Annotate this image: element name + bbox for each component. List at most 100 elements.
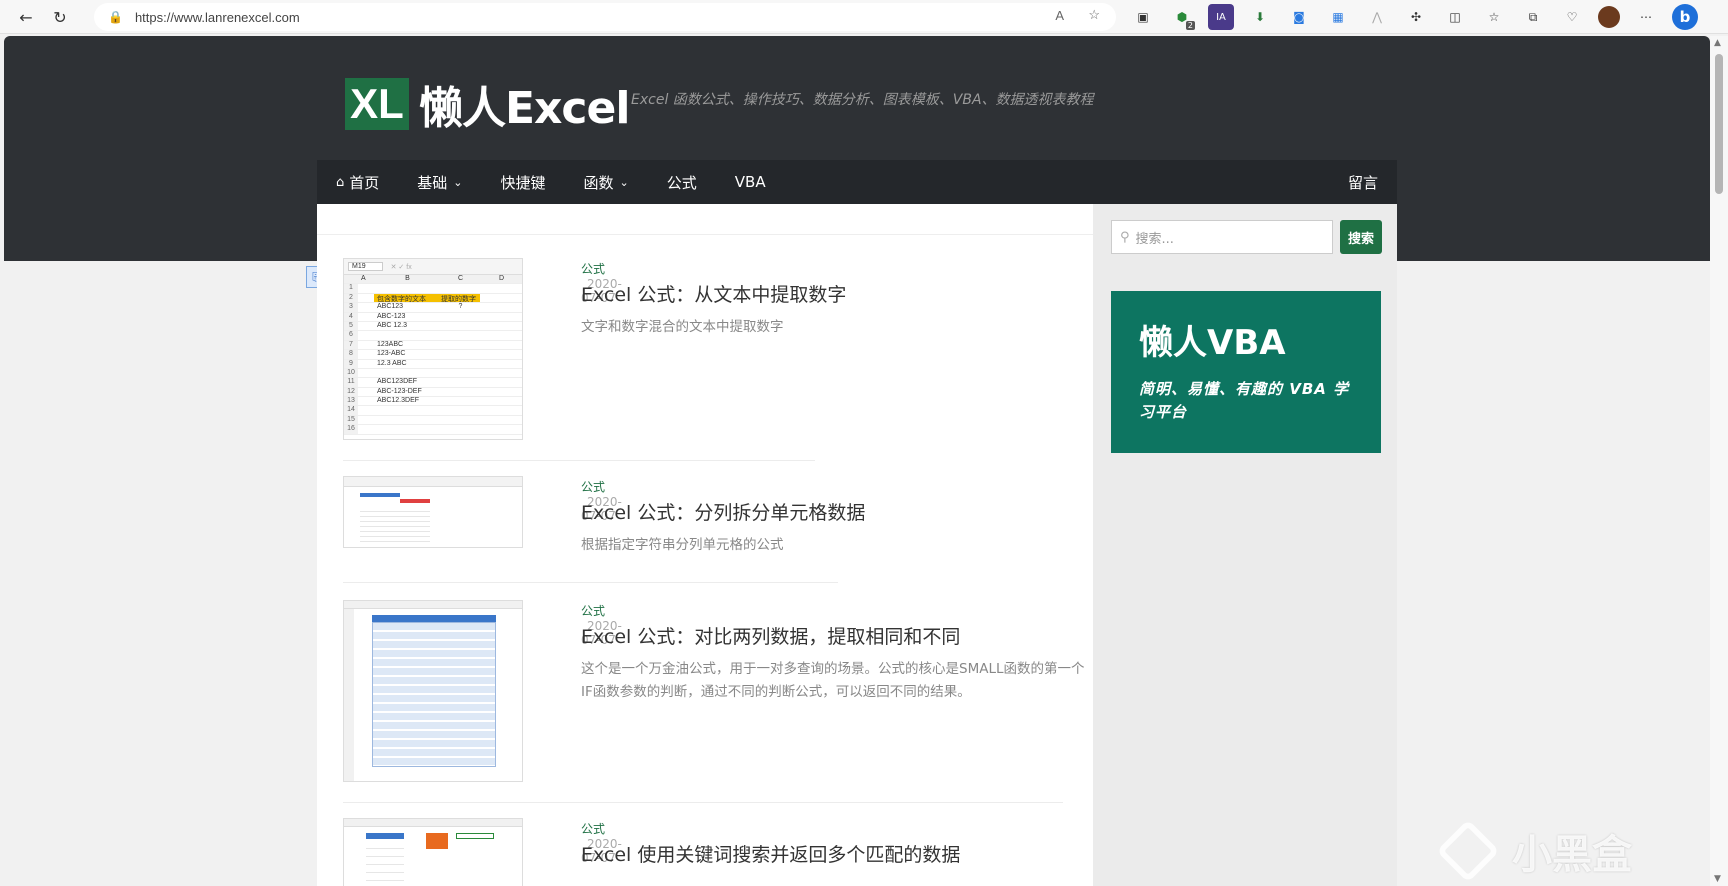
search-placeholder: 搜索... <box>1135 231 1174 247</box>
page-viewport: XL 懒人Excel Excel 函数公式、操作技巧、数据分析、图表模板、VBA… <box>4 36 1710 886</box>
copilot-icon[interactable]: b <box>1672 4 1698 30</box>
sheet-row: 7 123ABC <box>344 340 522 351</box>
sheet-row: 14 <box>344 406 522 416</box>
vba-ad-banner[interactable]: 懒人VBA 简明、易懂、有趣的 VBA 学习平台 <box>1111 291 1381 453</box>
spreadsheet-preview: M19 ✕ ✓ fx A B C D 1 2 包含数字的文本 提取的数字 3 ABC12… <box>344 259 522 435</box>
post-title[interactable]: Excel 公式：分列拆分单元格数据 <box>581 498 865 525</box>
column-header: B <box>405 275 410 282</box>
nav-guestbook[interactable]: 留言 <box>1329 160 1397 204</box>
collections-icon[interactable]: ⧉ <box>1520 4 1546 30</box>
split-screen-icon[interactable]: ◫ <box>1442 4 1468 30</box>
favorite-star-icon[interactable]: ☆ <box>1088 7 1100 23</box>
post-category[interactable]: 公式 <box>581 262 605 276</box>
sheet-row: 10 <box>344 368 522 379</box>
cell: ABC123 <box>377 303 404 311</box>
cell: ABC-123 <box>377 312 406 320</box>
nav-formulas[interactable]: 公式 <box>648 160 716 204</box>
sheet-row: 2 包含数字的文本 提取的数字 <box>344 293 522 304</box>
nav-vba-label: VBA <box>734 173 766 191</box>
chevron-down-icon: ⌄ <box>619 175 629 189</box>
nav-basics[interactable]: 基础 ⌄ <box>398 160 481 204</box>
ia-extension-icon[interactable]: IA <box>1208 4 1234 30</box>
scroll-down-icon[interactable]: ▼ <box>1714 874 1721 884</box>
post-category[interactable]: 公式 <box>581 822 605 836</box>
lock-icon: 🔒 <box>108 10 123 24</box>
post-title[interactable]: Excel 公式：从文本中提取数字 <box>581 280 846 307</box>
nav-basics-label: 基础 <box>417 173 448 192</box>
nav-home[interactable]: ⌂ 首页 <box>317 160 398 204</box>
sheet-row: 1 <box>344 284 522 294</box>
column-header: D <box>498 275 505 282</box>
search-button[interactable]: 搜索 <box>1340 220 1382 254</box>
address-bar[interactable]: 🔒 https://www.lanrenexcel.com A ☆ <box>94 3 1116 31</box>
health-icon[interactable]: ♡ <box>1559 4 1585 30</box>
column-headers: A B C D <box>344 275 522 285</box>
post-thumbnail[interactable] <box>343 818 523 886</box>
nav-guestbook-label: 留言 <box>1347 173 1378 192</box>
thumb-col-headers <box>344 601 522 609</box>
translate-extension-icon[interactable]: ◙ <box>1286 4 1312 30</box>
divider <box>343 460 815 461</box>
nav-functions[interactable]: 函数 ⌄ <box>565 160 648 204</box>
watermark-text: 小黑盒 <box>1512 832 1632 878</box>
nav-home-label: 首页 <box>349 173 380 192</box>
thumb-rows <box>366 841 404 886</box>
more-menu-icon[interactable]: ⋯ <box>1633 4 1659 30</box>
cell-header: 包含数字的文本 <box>374 293 438 303</box>
apps-extension-icon[interactable]: ▦ <box>1325 4 1351 30</box>
post-title[interactable]: Excel 使用关键词搜索并返回多个匹配的数据 <box>581 840 960 867</box>
search-input[interactable]: ⚲ 搜索... <box>1111 220 1333 254</box>
post-thumbnail[interactable] <box>343 600 523 782</box>
profile-avatar[interactable] <box>1598 6 1620 28</box>
sheet-row: 5 ABC 12.3 <box>344 321 522 332</box>
shield-extension-icon[interactable]: ⬢ 2 <box>1169 4 1195 30</box>
post-category[interactable]: 公式 <box>581 604 605 618</box>
post-category[interactable]: 公式 <box>581 480 605 494</box>
nav-shortcuts-label: 快捷键 <box>500 173 546 192</box>
ad-title: 懒人VBA <box>1139 323 1286 363</box>
divider <box>343 582 838 583</box>
favorites-icon[interactable]: ☆ <box>1481 4 1507 30</box>
thumb-toolbar <box>344 477 522 487</box>
post-thumbnail[interactable]: M19 ✕ ✓ fx A B C D 1 2 包含数字的文本 提取的数字 3 ABC12… <box>343 258 523 440</box>
thumb-header-cell <box>366 833 404 839</box>
scroll-up-icon[interactable]: ▲ <box>1714 38 1721 48</box>
nav-vba[interactable]: VBA <box>716 160 785 204</box>
cell: 12.3 ABC <box>377 359 407 367</box>
sheet-row: 4 ABC-123 <box>344 312 522 322</box>
thumb-input-cell <box>456 833 494 839</box>
post-excerpt: 这个是一个万金油公式，用于一对多查询的场景。公式的核心是SMALL函数的第一个I… <box>581 661 1085 700</box>
scroll-thumb[interactable] <box>1715 54 1723 194</box>
cell: ABC123DEF <box>377 378 418 386</box>
page-scrollbar[interactable]: ▲ ▼ <box>1710 36 1728 886</box>
main-nav: ⌂ 首页 基础 ⌄ 快捷键 函数 ⌄ 公式 VBA 留言 <box>317 160 1397 204</box>
ad-subtitle: 简明、易懂、有趣的 VBA 学习平台 <box>1139 380 1350 421</box>
sheet-row: 8 123-ABC <box>344 350 522 360</box>
cell: 123ABC <box>377 340 404 348</box>
post-thumbnail[interactable] <box>343 476 523 548</box>
extension-icon[interactable]: ▣ <box>1130 4 1156 30</box>
thumb-highlight-cell <box>426 833 448 849</box>
extension-badge: 2 <box>1185 21 1195 30</box>
nav-formulas-label: 公式 <box>666 173 697 192</box>
divider <box>343 802 1063 803</box>
cell-header: 提取的数字 <box>438 293 480 303</box>
site-tagline: Excel 函数公式、操作技巧、数据分析、图表模板、VBA、数据透视表教程 <box>631 92 1094 108</box>
puzzle-icon[interactable]: ✣ <box>1403 4 1429 30</box>
watermark-logo-icon <box>1436 819 1500 883</box>
watermark: 小黑盒 <box>1436 819 1632 883</box>
download-extension-icon[interactable]: ⬇ <box>1247 4 1273 30</box>
thumb-row-numbers <box>344 609 354 781</box>
refresh-icon[interactable]: ↻ <box>46 3 74 31</box>
post-title[interactable]: Excel 公式：对比两列数据，提取相同和不同 <box>581 622 960 649</box>
url-text: https://www.lanrenexcel.com <box>134 9 300 25</box>
a-extension-icon[interactable]: ⋀ <box>1364 4 1390 30</box>
sheet-row: 12 ABC-123-DEF <box>344 387 522 398</box>
browser-toolbar: ← ↻ 🔒 https://www.lanrenexcel.com A ☆ ▣ … <box>0 0 1728 34</box>
back-arrow-icon[interactable]: ← <box>12 3 40 31</box>
site-logo[interactable]: XL 懒人Excel <box>345 72 630 136</box>
sheet-row: 16 <box>344 425 522 435</box>
read-aloud-icon[interactable]: A <box>1055 8 1064 23</box>
post-list: M19 ✕ ✓ fx A B C D 1 2 包含数字的文本 提取的数字 3 ABC12… <box>317 204 1093 886</box>
nav-shortcuts[interactable]: 快捷键 <box>482 160 565 204</box>
